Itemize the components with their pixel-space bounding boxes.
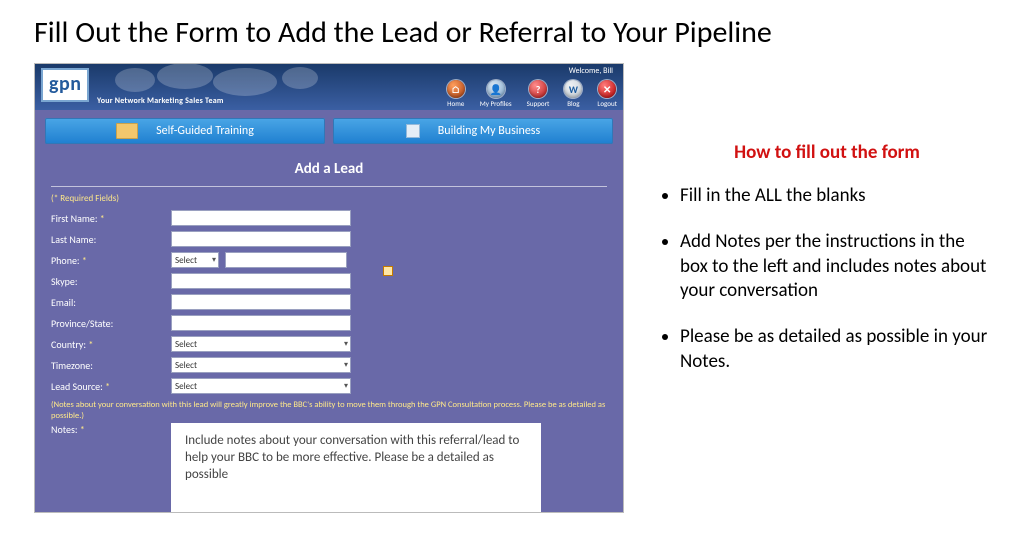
- label-lead-source: Lead Source: *: [51, 380, 171, 393]
- select-phone-type[interactable]: Select▾: [171, 252, 219, 268]
- instructions-bullets: Fill in the ALL the blanks Add Notes per…: [658, 184, 996, 374]
- welcome-text: Welcome, Bill: [569, 66, 613, 76]
- label-phone: Phone: *: [51, 254, 171, 267]
- content-row: gpn Your Network Marketing Sales Team We…: [0, 63, 1024, 513]
- chevron-down-icon: ▾: [344, 360, 350, 370]
- brand-logo: gpn: [41, 68, 89, 102]
- app-banner: gpn Your Network Marketing Sales Team We…: [35, 64, 623, 110]
- input-email[interactable]: [171, 294, 351, 310]
- required-asterisk: *: [80, 423, 85, 436]
- divider: [51, 186, 607, 187]
- top-nav: ⌂ Home 👤 My Profiles ? Support W Blog ✕: [447, 80, 617, 108]
- instructions-column: How to fill out the form Fill in the ALL…: [624, 63, 1024, 513]
- nav-support[interactable]: ? Support: [527, 80, 550, 108]
- app-screenshot: gpn Your Network Marketing Sales Team We…: [34, 63, 624, 513]
- bullet-item: Please be as detailed as possible in you…: [680, 325, 996, 374]
- row-timezone: Timezone: Select▾: [51, 357, 607, 373]
- card-icon: [116, 123, 138, 139]
- row-lead-source: Lead Source: * Select▾: [51, 378, 607, 394]
- nav-home[interactable]: ⌂ Home: [447, 80, 465, 108]
- required-fields-note: (* Required Fields): [51, 193, 607, 204]
- nav-support-label: Support: [527, 99, 550, 108]
- row-notes: Notes: * Include notes about your conver…: [51, 423, 607, 513]
- label-first-name: First Name: *: [51, 212, 171, 225]
- chevron-down-icon: ▾: [344, 381, 350, 391]
- tab-building-my-business[interactable]: Building My Business: [333, 118, 613, 144]
- brand-tagline: Your Network Marketing Sales Team: [97, 96, 224, 106]
- label-province: Province/State:: [51, 317, 171, 330]
- label-email: Email:: [51, 296, 171, 309]
- label-country: Country: *: [51, 338, 171, 351]
- home-icon: ⌂: [447, 80, 465, 98]
- logout-icon: ✕: [598, 80, 616, 98]
- tab-business-label: Building My Business: [438, 124, 540, 138]
- nav-blog-label: Blog: [567, 99, 579, 108]
- form-panel: Add a Lead (* Required Fields) First Nam…: [35, 150, 623, 513]
- bullet-item: Fill in the ALL the blanks: [680, 184, 996, 208]
- required-asterisk: *: [82, 254, 87, 267]
- label-timezone: Timezone:: [51, 359, 171, 372]
- input-last-name[interactable]: [171, 231, 351, 247]
- select-lead-source[interactable]: Select▾: [171, 378, 351, 394]
- instructions-title: How to fill out the form: [658, 141, 996, 164]
- nav-my-profiles[interactable]: 👤 My Profiles: [480, 80, 512, 108]
- chevron-down-icon: ▾: [344, 339, 350, 349]
- row-province: Province/State:: [51, 315, 607, 331]
- row-email: Email:: [51, 294, 607, 310]
- row-skype: Skype:: [51, 273, 607, 289]
- blog-icon: W: [564, 80, 582, 98]
- tab-training-label: Self-Guided Training: [156, 124, 254, 138]
- row-phone: Phone: * Select▾: [51, 252, 607, 268]
- label-notes: Notes: *: [51, 423, 171, 436]
- required-asterisk: *: [105, 380, 110, 393]
- row-country: Country: * Select▾: [51, 336, 607, 352]
- support-icon: ?: [529, 80, 547, 98]
- row-first-name: First Name: *: [51, 210, 607, 226]
- select-country[interactable]: Select▾: [171, 336, 351, 352]
- input-first-name[interactable]: [171, 210, 351, 226]
- label-last-name: Last Name:: [51, 233, 171, 246]
- form-title: Add a Lead: [51, 154, 607, 186]
- input-province[interactable]: [171, 315, 351, 331]
- input-skype[interactable]: [171, 273, 351, 289]
- bullet-item: Add Notes per the instructions in the bo…: [680, 230, 996, 303]
- required-asterisk: *: [88, 338, 93, 351]
- slide-title: Fill Out the Form to Add the Lead or Ref…: [0, 0, 1024, 63]
- nav-blog[interactable]: W Blog: [564, 80, 582, 108]
- nav-logout-label: Logout: [597, 99, 617, 108]
- chevron-down-icon: ▾: [212, 255, 218, 265]
- row-last-name: Last Name:: [51, 231, 607, 247]
- textarea-notes[interactable]: Include notes about your conversation wi…: [171, 423, 541, 513]
- nav-my-profiles-label: My Profiles: [480, 99, 512, 108]
- notes-instruction-line: (Notes about your conversation with this…: [51, 400, 607, 421]
- tool-icon: [406, 124, 420, 138]
- tab-row: Self-Guided Training Building My Busines…: [35, 110, 623, 150]
- label-skype: Skype:: [51, 275, 171, 288]
- required-asterisk: *: [100, 212, 105, 225]
- select-timezone[interactable]: Select▾: [171, 357, 351, 373]
- cursor-callout-icon: [383, 266, 393, 276]
- profile-icon: 👤: [487, 80, 505, 98]
- input-phone[interactable]: [225, 252, 347, 268]
- tab-self-guided-training[interactable]: Self-Guided Training: [45, 118, 325, 144]
- nav-home-label: Home: [447, 99, 464, 108]
- nav-logout[interactable]: ✕ Logout: [597, 80, 617, 108]
